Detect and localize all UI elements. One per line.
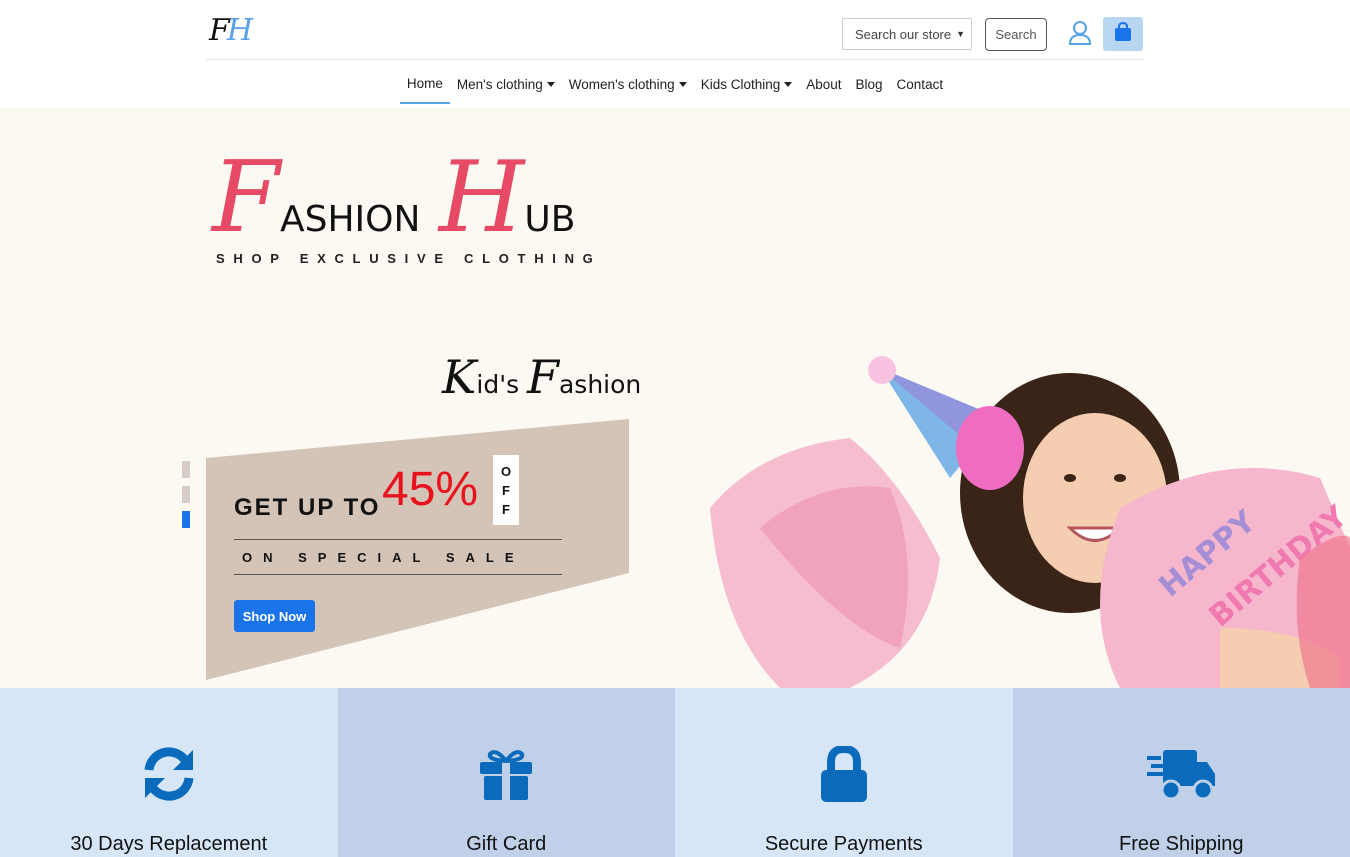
logo-letter-h: H bbox=[226, 13, 253, 48]
caret-down-icon bbox=[546, 81, 555, 87]
user-icon[interactable] bbox=[1068, 20, 1092, 46]
feature-secure-payments: Secure Payments bbox=[675, 688, 1013, 857]
promo-off-letter: O bbox=[500, 463, 512, 479]
chevron-down-icon: ▼ bbox=[956, 29, 965, 39]
site-logo[interactable]: FH bbox=[209, 13, 253, 48]
promo-percent: 45% bbox=[382, 463, 479, 516]
feature-label: Free Shipping bbox=[1118, 833, 1244, 855]
nav-item-label: About bbox=[806, 76, 842, 92]
shopping-bag-icon bbox=[1114, 21, 1132, 47]
promo-special-sale: ON SPECIAL SALE bbox=[234, 539, 562, 575]
nav-item-label: Home bbox=[406, 75, 443, 91]
promo-card: GET UP TO 45% OFF ON SPECIAL SALE Shop N… bbox=[206, 419, 630, 681]
search-button[interactable]: Search bbox=[985, 18, 1047, 51]
slide-heading-part2: ashion bbox=[558, 370, 642, 399]
brand-tagline: SHOP EXCLUSIVE CLOTHING bbox=[216, 251, 602, 266]
nav-item-label: Blog bbox=[855, 76, 883, 92]
nav-item-home[interactable]: Home bbox=[399, 64, 450, 104]
caret-down-icon bbox=[678, 81, 687, 87]
logo-letter-f: F bbox=[209, 13, 230, 48]
slide-heading-f: F bbox=[527, 350, 559, 404]
promo-off-letter: F bbox=[502, 501, 510, 517]
carousel-indicators bbox=[182, 461, 190, 536]
nav-item-women-s-clothing[interactable]: Women's clothing bbox=[562, 64, 694, 104]
refresh-icon bbox=[141, 746, 197, 807]
brand-word-ub: UB bbox=[524, 199, 576, 240]
carousel-dot[interactable] bbox=[182, 486, 190, 503]
nav-item-label: Kids Clothing bbox=[700, 76, 781, 92]
feature-label: Secure Payments bbox=[764, 833, 923, 855]
hero-kid-image: HAPPY BIRTHDAY bbox=[700, 328, 1350, 688]
features-strip: 30 Days Replacement Gift Card Secure Pay… bbox=[0, 688, 1350, 857]
feature-free-shipping: Free Shipping bbox=[1012, 688, 1350, 857]
nav-item-label: Contact bbox=[896, 76, 944, 92]
slide-heading-k: K bbox=[442, 350, 477, 404]
carousel-dot[interactable] bbox=[182, 511, 190, 528]
nav-item-about[interactable]: About bbox=[799, 64, 848, 104]
caret-down-icon bbox=[784, 81, 793, 87]
shop-now-button[interactable]: Shop Now bbox=[234, 600, 315, 632]
nav-item-men-s-clothing[interactable]: Men's clothing bbox=[450, 64, 562, 104]
brand-letter-f: F bbox=[212, 141, 280, 255]
truck-icon bbox=[1147, 746, 1216, 807]
feature-label: Gift Card bbox=[466, 833, 547, 855]
top-bar: FH Search our store ▼ Search bbox=[206, 0, 1144, 60]
brand-word-ashion: ASHION bbox=[280, 199, 421, 240]
slide-heading-part1: id's bbox=[476, 370, 528, 399]
brand-letter-h: H bbox=[438, 141, 525, 255]
promo-get-up-to: GET UP TO bbox=[234, 494, 381, 521]
nav-item-label: Men's clothing bbox=[456, 76, 543, 92]
nav-item-contact[interactable]: Contact bbox=[890, 64, 951, 104]
carousel-dot[interactable] bbox=[182, 461, 190, 478]
cart-button[interactable] bbox=[1103, 17, 1143, 51]
main-navigation: Home Men's clothing Women's clothing Kids C… bbox=[0, 62, 1350, 108]
lock-icon bbox=[819, 744, 869, 807]
nav-item-blog[interactable]: Blog bbox=[849, 64, 890, 104]
nav-item-kids-clothing[interactable]: Kids Clothing bbox=[694, 64, 800, 104]
promo-off-letter: F bbox=[502, 482, 510, 498]
promo-off-badge: OFF bbox=[493, 455, 519, 525]
feature-gift-card: Gift Card bbox=[337, 688, 675, 857]
gift-icon bbox=[478, 746, 534, 807]
nav-item-label: Women's clothing bbox=[568, 76, 675, 92]
feature-label: 30 Days Replacement bbox=[70, 833, 268, 855]
nav-list: Home Men's clothing Women's clothing Kids C… bbox=[399, 62, 951, 106]
search-category-select[interactable]: Search our store ▼ bbox=[842, 18, 972, 50]
search-select-value: Search our store bbox=[855, 27, 952, 42]
feature-replacement: 30 Days Replacement bbox=[0, 688, 338, 857]
hero-banner: FASHION HUB SHOP EXCLUSIVE CLOTHING Kid'… bbox=[0, 108, 1350, 688]
slide-heading: Kid's Fashion bbox=[442, 350, 641, 404]
